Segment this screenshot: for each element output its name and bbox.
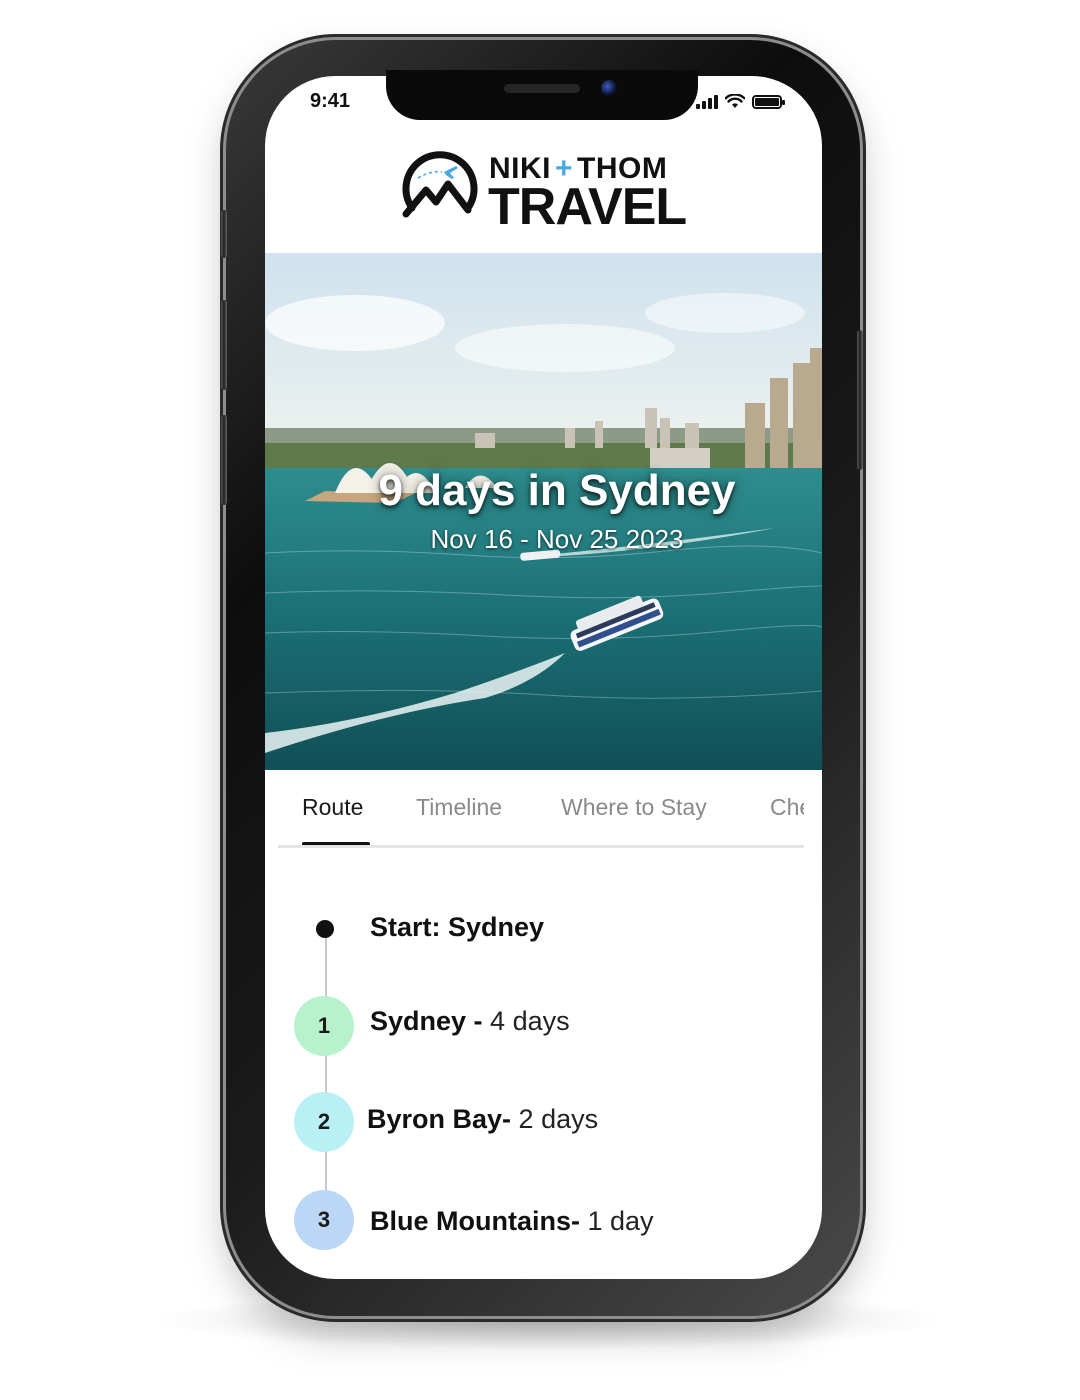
tab-checklist-truncated[interactable]: Che	[770, 794, 804, 821]
route-stop-item[interactable]: Blue Mountains- 1 day	[370, 1206, 654, 1237]
volume-down-button	[221, 415, 227, 505]
wifi-icon	[725, 94, 745, 108]
mountain-plane-logo-icon	[402, 151, 478, 218]
status-time: 9:41	[310, 90, 351, 112]
route-stop-badge: 2	[294, 1092, 354, 1152]
route-stop-badge: 1	[294, 996, 354, 1056]
active-tab-indicator	[302, 842, 370, 845]
tab-timeline[interactable]: Timeline	[416, 794, 502, 821]
route-stop-item[interactable]: Byron Bay- 2 days	[367, 1104, 598, 1135]
notch	[386, 70, 698, 120]
volume-up-button	[221, 300, 227, 390]
speaker-grille	[504, 84, 580, 93]
brand-logo[interactable]: NIKI + THOM TRAVEL	[398, 148, 688, 236]
cellular-signal-icon	[696, 95, 718, 109]
power-button	[857, 330, 863, 470]
battery-icon	[752, 95, 785, 109]
brand-name-bottom: TRAVEL	[488, 178, 687, 236]
route-stop-badge: 3	[294, 1190, 354, 1250]
front-camera	[601, 80, 617, 96]
route-list: Start: Sydney 1 Sydney - 4 days 2 Byron …	[278, 880, 808, 1280]
tab-route[interactable]: Route	[302, 794, 363, 821]
trip-dates: Nov 16 - Nov 25 2023	[430, 524, 684, 554]
route-start-label: Start: Sydney	[370, 912, 545, 942]
tab-bar: Route Timeline Where to Stay Che	[278, 770, 804, 848]
tab-where-to-stay[interactable]: Where to Stay	[561, 794, 707, 821]
trip-title: 9 days in Sydney	[378, 466, 736, 515]
status-icons	[696, 94, 785, 109]
route-stop-item[interactable]: Sydney - 4 days	[370, 1006, 570, 1037]
route-start-dot-icon	[316, 920, 334, 938]
silent-switch	[221, 210, 227, 258]
